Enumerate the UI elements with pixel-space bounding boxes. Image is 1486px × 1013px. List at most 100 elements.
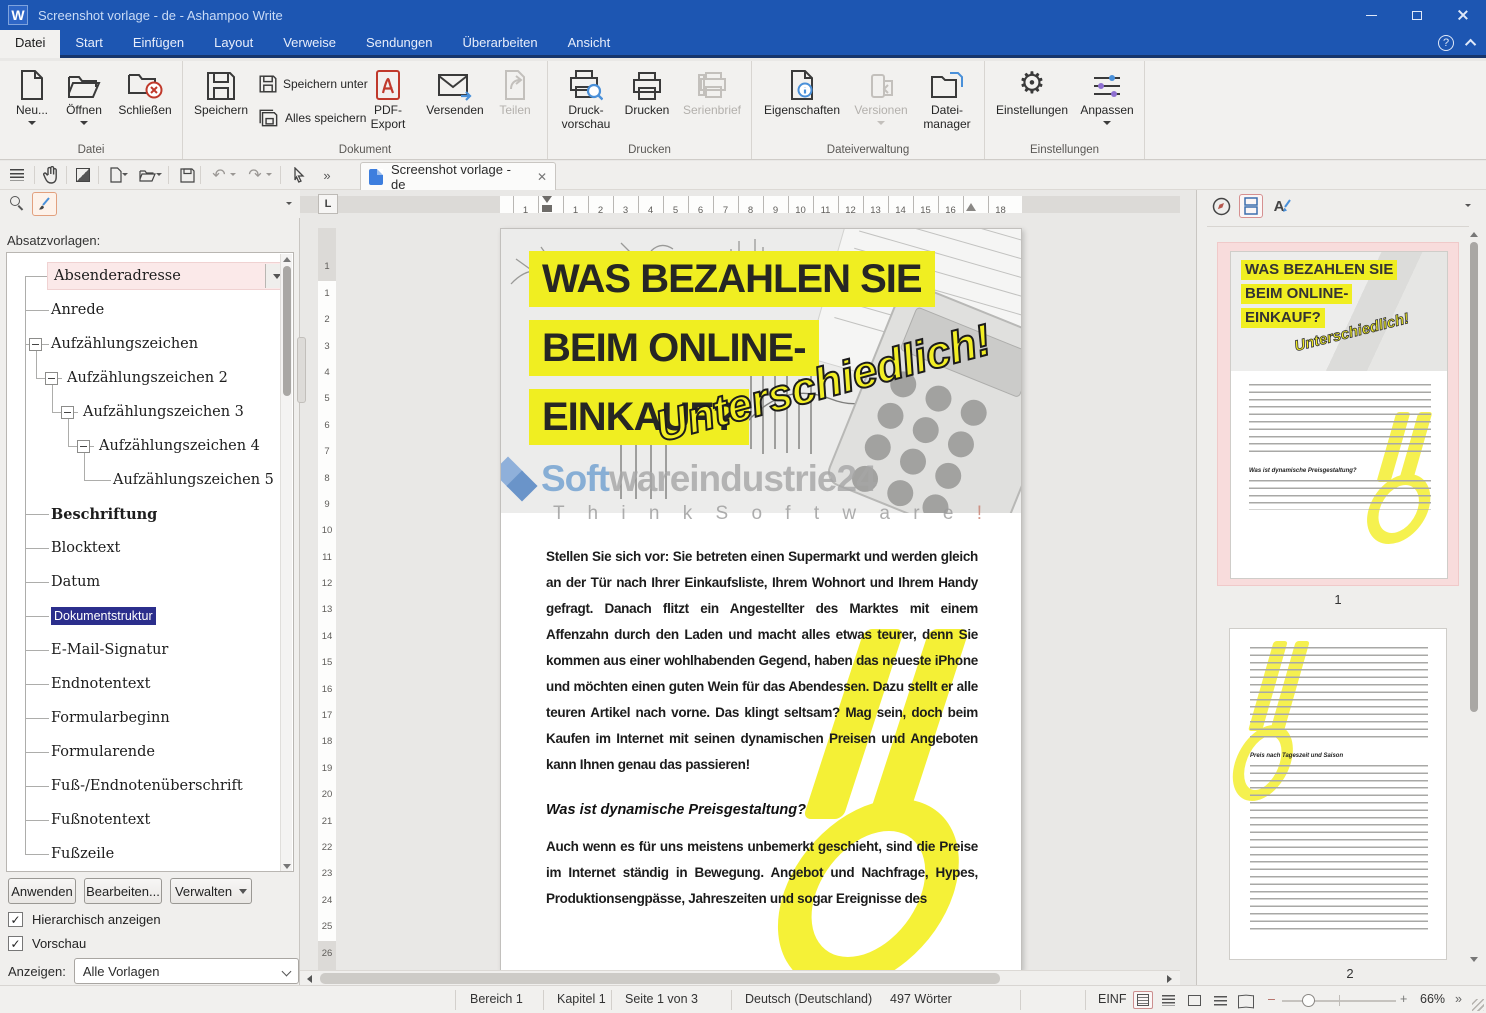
scroll-up-icon[interactable] [283,257,291,262]
style-item-aufzaehlungszeichen-4[interactable]: Aufzählungszeichen 4 [7,429,293,463]
status-insert-mode[interactable]: EINF [1098,992,1126,1006]
font-styles-icon[interactable]: A [1271,194,1295,218]
single-page-view-icon[interactable] [1184,991,1204,1009]
collapse-toggle-icon[interactable] [45,372,58,385]
toolbar-overflow-icon[interactable]: » [316,164,338,186]
maximize-button[interactable] [1394,0,1440,30]
format-paint-button[interactable] [32,192,57,216]
edit-style-button[interactable]: Bearbeiten... [84,878,162,904]
document-horizontal-scrollbar[interactable] [300,970,1180,985]
style-item-highlight[interactable]: Absenderadresse [47,262,289,290]
thumbnail-page-1-selected[interactable]: WAS BEZAHLEN SIE BEIM ONLINE- EINKAUF? U… [1217,242,1459,586]
right-indent-marker[interactable] [966,203,976,211]
dropdown-icon[interactable] [1465,204,1471,207]
search-icon[interactable] [10,196,20,206]
document-tab[interactable]: Screenshot vorlage - de ✕ [360,162,556,192]
dropdown-icon[interactable] [156,173,162,176]
book-view-icon[interactable] [1236,991,1256,1009]
scroll-down-icon[interactable] [1470,957,1478,962]
save-as-button[interactable]: Speichern unter [259,75,368,93]
zoom-percent[interactable]: 66% [1420,992,1445,1006]
template-filter-select[interactable]: Alle Vorlagen [73,958,299,984]
style-item-aufzaehlungszeichen-5[interactable]: Aufzählungszeichen 5 [7,463,293,497]
left-indent-marker[interactable] [542,205,552,212]
style-item-fuss-endnotenueberschrift[interactable]: Fuß-/Endnotenüberschrift [7,769,293,803]
print-preview-button[interactable]: Druck-vorschau [556,65,616,131]
navigator-compass-icon[interactable] [1209,194,1233,218]
style-item-aufzaehlungszeichen-2[interactable]: Aufzählungszeichen 2 [7,361,293,395]
zoom-in-button[interactable]: + [1400,992,1407,1006]
style-item-beschriftung[interactable]: Beschriftung [7,497,293,531]
status-page[interactable]: Seite 1 von 3 [625,992,698,1006]
style-item-aufzaehlungszeichen[interactable]: Aufzählungszeichen [7,327,293,361]
collapse-toggle-icon[interactable] [61,406,74,419]
tab-sendungen[interactable]: Sendungen [351,30,448,55]
select-cursor-icon[interactable] [288,164,310,186]
scrollbar-thumb[interactable] [283,266,291,396]
save-button[interactable]: Speichern [192,65,250,118]
close-document-button[interactable]: Schließen [114,65,176,118]
statusbar-overflow-icon[interactable]: » [1455,992,1462,1006]
help-button[interactable]: ? [1438,34,1454,51]
manage-styles-button[interactable]: Verwalten [170,878,252,904]
thumbnail-page-1[interactable]: WAS BEZAHLEN SIE BEIM ONLINE- EINKAUF? U… [1230,251,1448,579]
minimize-button[interactable] [1348,0,1394,30]
pdf-export-button[interactable]: PDF-Export [363,65,413,131]
print-button[interactable]: Drucken [620,65,674,118]
document-canvas[interactable]: WAS BEZAHLEN SIE BEIM ONLINE- EINKAUF? U… [300,213,1180,971]
body-text[interactable]: Stellen Sie sich vor: Sie betreten einen… [546,544,978,912]
zoom-out-button[interactable]: – [1268,992,1275,1006]
style-item-datum[interactable]: Datum [7,565,293,599]
checkbox-checked-icon[interactable]: ✓ [8,912,23,927]
file-manager-button[interactable]: Datei-manager [918,65,976,131]
status-word-count[interactable]: 497 Wörter [890,992,952,1006]
scrollbar-thumb[interactable] [320,973,1000,984]
tab-stop-selector[interactable]: L [318,194,338,214]
panel-scrollbar[interactable] [1468,232,1480,962]
scroll-down-icon[interactable] [283,864,291,869]
dropdown-icon[interactable] [122,173,128,176]
send-button[interactable]: Versenden [423,65,487,118]
tab-einfuegen[interactable]: Einfügen [118,30,199,55]
scrollbar-thumb[interactable] [1470,242,1478,712]
close-button[interactable] [1440,0,1486,30]
save-all-button[interactable]: Alles speichern [259,109,366,127]
contrast-view-icon[interactable] [72,164,94,186]
collapse-ribbon-button[interactable] [1464,38,1477,50]
scroll-up-icon[interactable] [1470,232,1478,237]
hierarchical-checkbox-row[interactable]: ✓ Hierarchisch anzeigen [8,912,161,927]
continuous-view-icon[interactable] [1158,991,1178,1009]
dropdown-icon[interactable] [286,202,292,205]
customize-button[interactable]: Anpassen [1077,65,1137,125]
settings-button[interactable]: ⚙ Einstellungen [993,65,1071,118]
status-language[interactable]: Deutsch (Deutschland) [745,992,872,1006]
properties-button[interactable]: Eigenschaften [762,65,842,118]
dropdown-icon[interactable] [230,173,236,176]
collapse-toggle-icon[interactable] [77,440,90,453]
thumbnail-page-2[interactable]: Preis nach Tageszeit und Saison [1229,628,1447,960]
scroll-left-button[interactable] [302,974,316,984]
dropdown-icon[interactable] [266,173,272,176]
paragraph-marks-icon[interactable] [6,164,28,186]
tab-ansicht[interactable]: Ansicht [553,30,626,55]
style-item-aufzaehlungszeichen-3[interactable]: Aufzählungszeichen 3 [7,395,293,429]
tab-ueberarbeiten[interactable]: Überarbeiten [447,30,552,55]
open-quick-icon[interactable] [136,164,158,186]
tab-start[interactable]: Start [60,30,117,55]
style-item-formularbeginn[interactable]: Formularbeginn [7,701,293,735]
style-item-blocktext[interactable]: Blocktext [7,531,293,565]
style-item-absenderadresse[interactable]: Absenderadresse [7,259,293,293]
scroll-right-button[interactable] [1162,974,1176,984]
page-1[interactable]: WAS BEZAHLEN SIE BEIM ONLINE- EINKAUF? U… [500,228,1022,971]
tab-verweise[interactable]: Verweise [268,30,351,55]
style-item-email-signatur[interactable]: E-Mail-Signatur [7,633,293,667]
tab-layout[interactable]: Layout [199,30,268,55]
open-button[interactable]: Öffnen [60,65,108,125]
page-view-icon[interactable] [1133,991,1153,1009]
list-scrollbar[interactable] [280,254,292,871]
style-item-formularende[interactable]: Formularende [7,735,293,769]
new-button[interactable]: Neu... [8,65,56,125]
save-quick-icon[interactable] [176,164,198,186]
apply-style-button[interactable]: Anwenden [8,878,76,904]
first-line-indent-marker[interactable] [542,196,552,203]
